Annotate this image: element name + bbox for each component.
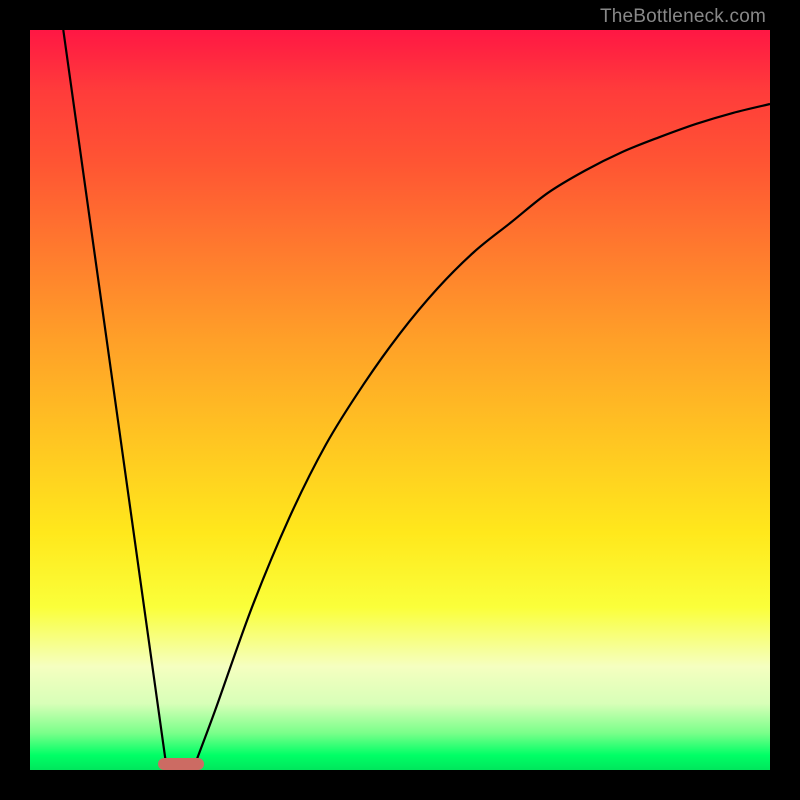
curve-right-path [193, 104, 770, 770]
curve-left-path [63, 30, 167, 770]
minimum-marker [158, 758, 204, 770]
watermark-text: TheBottleneck.com [600, 6, 766, 28]
chart-plot-area [30, 30, 770, 770]
chart-curve-svg [30, 30, 770, 770]
